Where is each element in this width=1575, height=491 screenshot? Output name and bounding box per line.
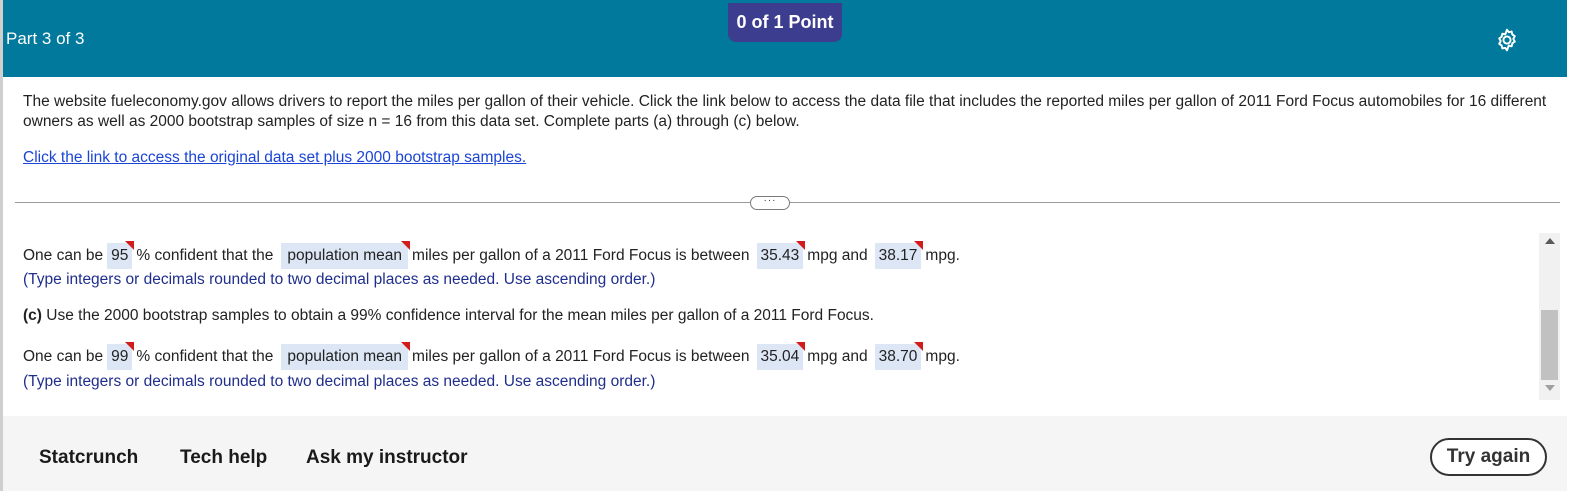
answer-suffix: mpg.	[925, 247, 960, 264]
answer-prefix: One can be	[23, 247, 104, 264]
incorrect-flag-icon	[914, 241, 924, 250]
part-label: Part 3 of 3	[6, 29, 85, 48]
confidence-answer-box[interactable]: 99	[107, 342, 135, 370]
answer-suffix: mpg.	[925, 348, 960, 365]
parameter-answer-box[interactable]: population mean	[281, 342, 411, 370]
gear-icon[interactable]	[1494, 27, 1520, 53]
answer-text: miles per gallon of a 2011 Ford Focus is…	[412, 348, 750, 365]
upper-bound-answer-box[interactable]: 38.17	[874, 241, 924, 269]
try-again-button[interactable]: Try again	[1430, 438, 1547, 476]
answer-hint: (Type integers or decimals rounded to tw…	[23, 271, 656, 288]
data-file-link[interactable]: Click the link to access the original da…	[23, 149, 526, 167]
problem-statement: The website fueleconomy.gov allows drive…	[23, 93, 1547, 130]
lower-bound-answer-box[interactable]: 35.04	[756, 342, 806, 370]
answer-text: mpg and	[807, 348, 868, 365]
incorrect-flag-icon	[125, 342, 135, 351]
question-page: Part 3 of 3 0 of 1 Point The website fue…	[0, 0, 1575, 491]
answer-hint: (Type integers or decimals rounded to tw…	[23, 373, 656, 390]
incorrect-flag-icon	[914, 342, 924, 351]
answer-text: % confident that the	[136, 247, 274, 264]
statcrunch-button[interactable]: Statcrunch	[39, 447, 138, 469]
points-badge: 0 of 1 Point	[728, 3, 842, 42]
scroll-up-arrow-icon[interactable]	[1545, 238, 1555, 244]
answer-text: mpg and	[807, 247, 868, 264]
ask-instructor-button[interactable]: Ask my instructor	[306, 447, 468, 469]
confidence-answer-box[interactable]: 95	[107, 241, 135, 269]
tech-help-button[interactable]: Tech help	[180, 447, 267, 469]
incorrect-flag-icon	[796, 241, 806, 250]
incorrect-flag-icon	[125, 241, 135, 250]
answer-line-c: One can be 99 % confident that the popul…	[23, 342, 960, 371]
parameter-answer-box[interactable]: population mean	[281, 241, 411, 269]
incorrect-flag-icon	[796, 342, 806, 351]
part-c-label: (c)	[23, 307, 42, 324]
part-c-text: Use the 2000 bootstrap samples to obtain…	[46, 307, 874, 324]
expand-button[interactable]: ···	[750, 196, 790, 210]
upper-bound-answer-box[interactable]: 38.70	[874, 342, 924, 370]
incorrect-flag-icon	[401, 241, 411, 250]
answer-line-b: One can be 95 % confident that the popul…	[23, 241, 960, 270]
lower-bound-answer-box[interactable]: 35.43	[756, 241, 806, 269]
answer-text: % confident that the	[136, 348, 274, 365]
answer-prefix: One can be	[23, 348, 104, 365]
incorrect-flag-icon	[401, 342, 411, 351]
part-c-question: (c) Use the 2000 bootstrap samples to ob…	[23, 302, 874, 330]
scrollbar-thumb[interactable]	[1541, 310, 1558, 380]
answer-text: miles per gallon of a 2011 Ford Focus is…	[412, 247, 750, 264]
scroll-down-arrow-icon[interactable]	[1545, 385, 1555, 391]
